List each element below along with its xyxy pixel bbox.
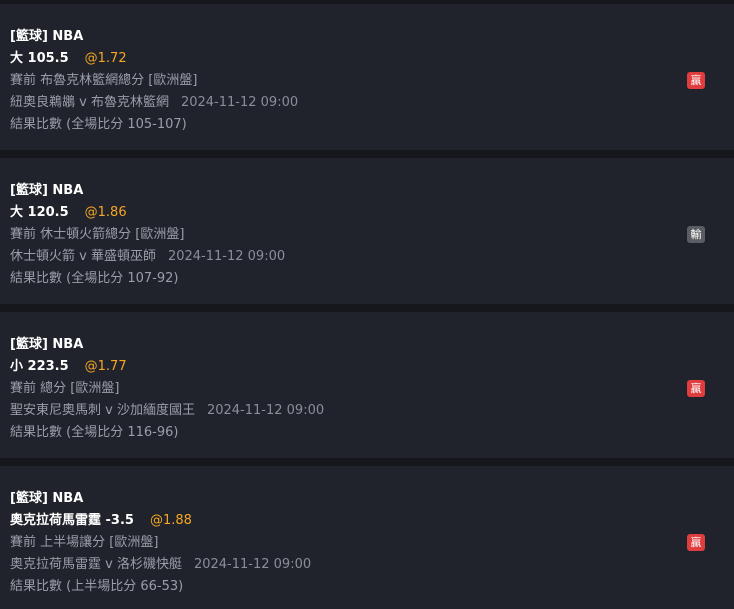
bet-category: [籃球] NBA: [10, 29, 84, 44]
bet-time: 2024-11-12 09:00: [180, 95, 299, 110]
bet-selection: 小 223.5: [10, 359, 69, 374]
bet-match: 聖安東尼奧馬刺 v 沙加緬度國王: [10, 403, 195, 418]
bet-selection: 奧克拉荷馬雷霆 -3.5: [10, 513, 134, 528]
bet-market: 賽前 總分 [歐洲盤]: [10, 381, 120, 396]
bet-match: 紐奧良鵜鶘 v 布魯克林籃網: [10, 95, 169, 110]
bet-match-line: 奧克拉荷馬雷霆 v 洛杉磯快艇 2024-11-12 09:00: [10, 557, 311, 573]
bet-time: 2024-11-12 09:00: [206, 403, 325, 418]
bet-time: 2024-11-12 09:00: [167, 249, 286, 264]
bet-selection: 大 105.5: [10, 51, 69, 66]
bet-selection: 大 120.5: [10, 205, 69, 220]
bet-result: 結果比數 (全場比分 105-107): [10, 117, 187, 132]
bet-selection-line: 大 120.5 @1.86: [10, 205, 127, 221]
bet-selection-line: 小 223.5 @1.77: [10, 359, 127, 375]
status-badge-win: 贏: [687, 72, 705, 89]
bet-card[interactable]: [籃球] NBA 大 120.5 @1.86 賽前 休士頓火箭總分 [歐洲盤] 休…: [0, 158, 734, 304]
bet-match-line: 紐奧良鵜鶘 v 布魯克林籃網 2024-11-12 09:00: [10, 95, 298, 111]
bet-odds: @1.88: [149, 513, 192, 528]
bet-card[interactable]: [籃球] NBA 大 105.5 @1.72 賽前 布魯克林籃網總分 [歐洲盤] …: [0, 4, 734, 150]
bet-match-line: 聖安東尼奧馬刺 v 沙加緬度國王 2024-11-12 09:00: [10, 403, 324, 419]
bet-time: 2024-11-12 09:00: [193, 557, 312, 572]
bet-category: [籃球] NBA: [10, 337, 84, 352]
bet-market: 賽前 上半場讓分 [歐洲盤]: [10, 535, 159, 550]
bet-selection-line: 奧克拉荷馬雷霆 -3.5 @1.88: [10, 513, 192, 529]
bet-match: 休士頓火箭 v 華盛頓巫師: [10, 249, 156, 264]
bet-market: 賽前 休士頓火箭總分 [歐洲盤]: [10, 227, 185, 242]
bet-card[interactable]: [籃球] NBA 奧克拉荷馬雷霆 -3.5 @1.88 賽前 上半場讓分 [歐洲盤…: [0, 466, 734, 609]
bet-odds: @1.77: [84, 359, 127, 374]
bet-history-list: [籃球] NBA 大 105.5 @1.72 賽前 布魯克林籃網總分 [歐洲盤] …: [0, 0, 734, 609]
bet-card[interactable]: [籃球] NBA 小 223.5 @1.77 賽前 總分 [歐洲盤] 聖安東尼奧馬…: [0, 312, 734, 458]
bet-match-line: 休士頓火箭 v 華盛頓巫師 2024-11-12 09:00: [10, 249, 285, 265]
bet-result: 結果比數 (上半場比分 66-53): [10, 579, 184, 594]
bet-category: [籃球] NBA: [10, 183, 84, 198]
status-badge-lose: 輸: [687, 226, 705, 243]
bet-result: 結果比數 (全場比分 107-92): [10, 271, 179, 286]
bet-market: 賽前 布魯克林籃網總分 [歐洲盤]: [10, 73, 198, 88]
bet-odds: @1.72: [84, 51, 127, 66]
status-badge-win: 贏: [687, 380, 705, 397]
bet-match: 奧克拉荷馬雷霆 v 洛杉磯快艇: [10, 557, 182, 572]
bet-category: [籃球] NBA: [10, 491, 84, 506]
bet-selection-line: 大 105.5 @1.72: [10, 51, 127, 67]
bet-result: 結果比數 (全場比分 116-96): [10, 425, 179, 440]
status-badge-win: 贏: [687, 534, 705, 551]
bet-odds: @1.86: [84, 205, 127, 220]
